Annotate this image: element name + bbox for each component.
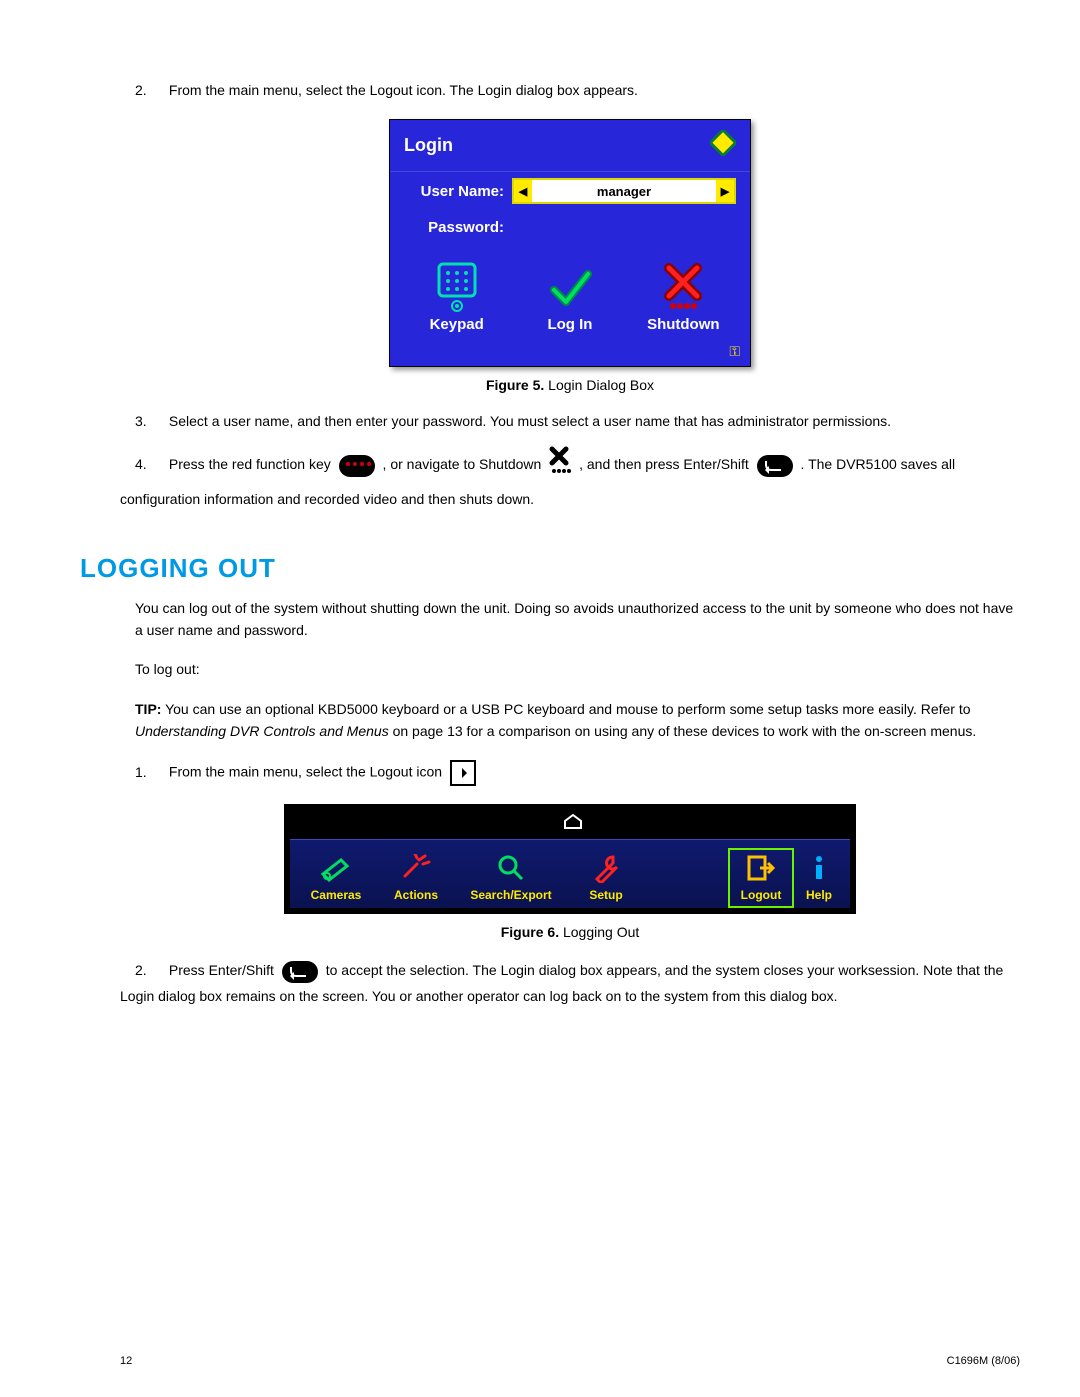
arrow-left-icon[interactable]: ◀ <box>514 180 532 202</box>
logout-step-1: 1. From the main menu, select the Logout… <box>120 760 1020 786</box>
step-number: 4. <box>135 450 165 478</box>
username-row: User Name: ◀ manager ▶ <box>390 172 750 210</box>
menu-help[interactable]: Help <box>794 848 844 908</box>
page-footer: 12 C1696M (8/06) <box>120 1355 1020 1367</box>
menu-logout[interactable]: Logout <box>728 848 794 908</box>
step-text-a: Press the red function key <box>169 456 335 472</box>
red-function-key-icon <box>339 455 375 477</box>
keypad-label: Keypad <box>412 316 502 333</box>
menu-label: Logout <box>728 888 794 902</box>
figure-5-caption: Figure 5. Login Dialog Box <box>120 377 1020 393</box>
step-text: Select a user name, and then enter your … <box>169 413 891 429</box>
logout-step-2: 2. Press Enter/Shift to accept the selec… <box>120 958 1020 1008</box>
figure-6: Cameras Actions Search/Export Setup <box>120 804 1020 914</box>
doc-id: C1696M (8/06) <box>947 1355 1020 1367</box>
menu-label: Help <box>794 888 844 902</box>
actions-icon <box>399 854 433 882</box>
step-text-b: , or navigate to Shutdown <box>383 456 546 472</box>
login-title-bar: Login <box>390 120 750 172</box>
shutdown-x-icon <box>549 446 571 485</box>
step-text: From the main menu, select the Logout ic… <box>169 764 446 780</box>
step-number: 2. <box>135 80 165 101</box>
tip-2: on page 13 for a comparison on using any… <box>389 723 977 739</box>
step-4: 4. Press the red function key , or navig… <box>120 446 1020 513</box>
caption-bold: Figure 5. <box>486 377 544 393</box>
step-text-a: Press Enter/Shift <box>169 962 278 978</box>
shutdown-label: Shutdown <box>638 316 728 333</box>
menu-label: Search/Export <box>456 888 566 902</box>
menu-search-export[interactable]: Search/Export <box>456 848 566 908</box>
logout-icon <box>450 760 476 786</box>
wrench-icon <box>589 853 623 883</box>
password-row: Password: <box>390 210 750 244</box>
shutdown-button[interactable]: Shutdown <box>638 264 728 333</box>
step-2: 2. From the main menu, select the Logout… <box>120 80 1020 101</box>
magnifier-icon <box>496 853 526 883</box>
step-number: 3. <box>135 411 165 432</box>
username-field[interactable]: ◀ manager ▶ <box>512 178 736 204</box>
checkmark-icon <box>548 266 592 310</box>
diamond-icon <box>710 130 736 161</box>
figure-5: Login User Name: ◀ manager ▶ Password: <box>120 119 1020 367</box>
tip-bold: TIP: <box>135 701 161 717</box>
step-3: 3. Select a user name, and then enter yo… <box>120 411 1020 432</box>
login-title-text: Login <box>404 135 453 156</box>
login-buttons: Keypad Log In <box>390 244 750 343</box>
password-label: Password: <box>404 219 512 236</box>
key-icon: ⚿ <box>390 343 750 366</box>
menu-actions[interactable]: Actions <box>376 848 456 908</box>
username-label: User Name: <box>404 183 512 200</box>
menu-label: Setup <box>566 888 646 902</box>
logout-intro: You can log out of the system without sh… <box>135 598 1020 641</box>
caption-text: Logging Out <box>559 924 639 940</box>
enter-shift-icon <box>757 455 793 477</box>
username-value: manager <box>532 184 716 199</box>
camera-icon <box>319 854 353 882</box>
menu-label: Cameras <box>296 888 376 902</box>
arrow-right-icon[interactable]: ▶ <box>716 180 734 202</box>
to-logout-label: To log out: <box>135 659 1020 681</box>
login-button[interactable]: Log In <box>525 264 615 333</box>
shutdown-x-icon <box>661 262 705 314</box>
menu-cameras[interactable]: Cameras <box>296 848 376 908</box>
tip-1: You can use an optional KBD5000 keyboard… <box>161 701 970 717</box>
keypad-button[interactable]: Keypad <box>412 264 502 333</box>
caption-text: Login Dialog Box <box>544 377 654 393</box>
figure-6-caption: Figure 6. Logging Out <box>120 924 1020 940</box>
password-field[interactable] <box>512 216 736 238</box>
login-label: Log In <box>525 316 615 333</box>
info-icon <box>807 854 831 882</box>
home-icon[interactable] <box>563 814 583 830</box>
logout-icon <box>746 854 776 882</box>
menu-label: Actions <box>376 888 456 902</box>
tip-italic: Understanding DVR Controls and Menus <box>135 723 389 739</box>
section-heading: LOGGING OUT <box>80 553 1020 584</box>
step-number: 1. <box>135 762 165 783</box>
main-menu-bar: Cameras Actions Search/Export Setup <box>284 804 856 914</box>
step-text: From the main menu, select the Logout ic… <box>169 82 638 98</box>
caption-bold: Figure 6. <box>501 924 559 940</box>
enter-shift-icon <box>282 961 318 983</box>
login-dialog: Login User Name: ◀ manager ▶ Password: <box>389 119 751 367</box>
keypad-icon <box>435 262 479 314</box>
step-text-c: , and then press Enter/Shift <box>579 456 753 472</box>
step-number: 2. <box>135 958 165 983</box>
tip-paragraph: TIP: You can use an optional KBD5000 key… <box>135 699 1020 742</box>
page-number: 12 <box>120 1355 132 1367</box>
menu-setup[interactable]: Setup <box>566 848 646 908</box>
